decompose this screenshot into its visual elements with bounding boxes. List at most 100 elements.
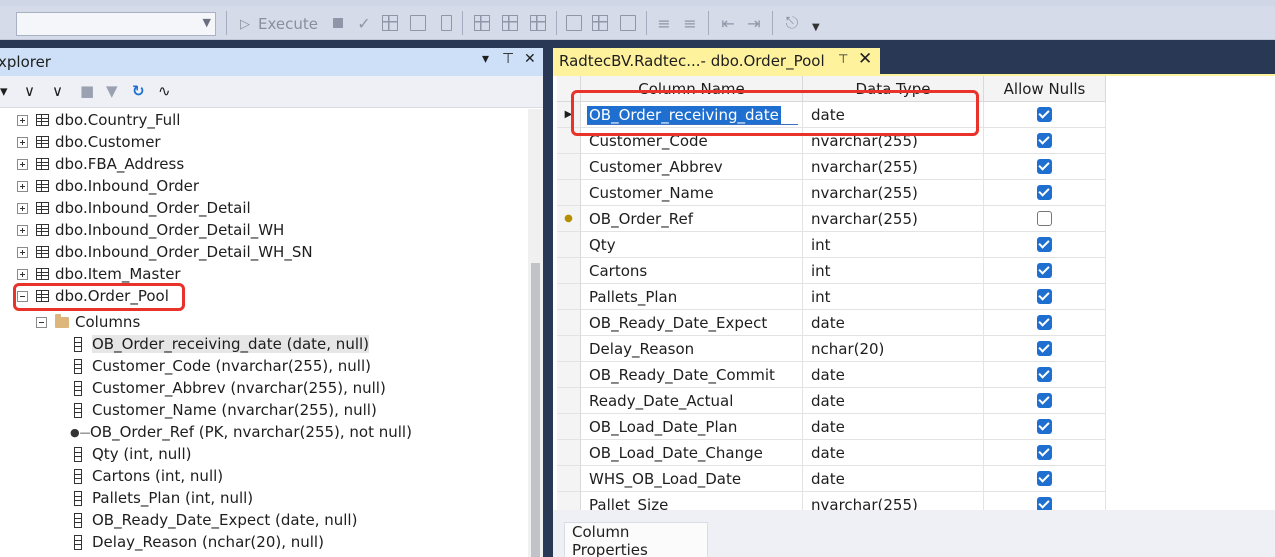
- data-type-cell[interactable]: nvarchar(255): [803, 154, 984, 180]
- results-to-grid-icon[interactable]: [590, 12, 610, 34]
- row-selector[interactable]: [557, 440, 581, 466]
- object-explorer-scrollbar[interactable]: [528, 109, 543, 557]
- row-selector[interactable]: [557, 180, 581, 206]
- data-type-cell[interactable]: nchar(20): [803, 336, 984, 362]
- stop-icon[interactable]: [328, 12, 348, 34]
- allow-nulls-checkbox[interactable]: [1037, 159, 1052, 174]
- expand-icon[interactable]: [17, 268, 28, 280]
- allow-nulls-checkbox[interactable]: [1037, 445, 1052, 460]
- disconnect-icon[interactable]: ∨: [52, 82, 63, 100]
- row-selector[interactable]: [557, 414, 581, 440]
- expand-icon[interactable]: [17, 246, 28, 258]
- tree-column-node[interactable]: Delay_Reason (nchar(20), null): [74, 531, 324, 553]
- tree-column-node[interactable]: ●— OB_Order_Ref (PK, nvarchar(255), not n…: [70, 421, 412, 443]
- toolbar-overflow-icon[interactable]: ▼: [812, 22, 820, 33]
- expand-icon[interactable]: [17, 224, 28, 236]
- column-name-cell[interactable]: OB_Load_Date_Plan: [581, 414, 803, 440]
- data-type-cell[interactable]: date: [803, 440, 984, 466]
- row-selector[interactable]: [557, 232, 581, 258]
- data-type-cell[interactable]: date: [803, 310, 984, 336]
- execute-button[interactable]: ▷ Execute: [236, 12, 322, 36]
- tree-column-node[interactable]: OB_Ready_Date_Expect (date, null): [74, 509, 357, 531]
- activity-monitor-icon[interactable]: ∿: [158, 82, 171, 100]
- allow-nulls-checkbox[interactable]: [1037, 341, 1052, 356]
- check-syntax-icon[interactable]: ✓: [354, 12, 374, 34]
- column-name-cell[interactable]: Ready_Date_Actual: [581, 388, 803, 414]
- tree-folder-columns[interactable]: Columns: [36, 311, 140, 333]
- data-type-cell[interactable]: nvarchar(255): [803, 206, 984, 232]
- allow-nulls-checkbox[interactable]: [1037, 185, 1052, 200]
- expand-icon[interactable]: [17, 114, 28, 126]
- expand-icon[interactable]: [17, 202, 28, 214]
- column-name-cell[interactable]: OB_Order_Ref: [581, 206, 803, 232]
- row-selector[interactable]: [557, 466, 581, 492]
- pin-icon[interactable]: ⊤: [838, 52, 848, 66]
- tree-column-node[interactable]: Customer_Name (nvarchar(255), null): [74, 399, 377, 421]
- data-type-cell[interactable]: int: [803, 258, 984, 284]
- column-name-cell[interactable]: OB_Ready_Date_Commit: [581, 362, 803, 388]
- row-selector[interactable]: [557, 362, 581, 388]
- tree-table-node[interactable]: dbo.FBA_Address: [17, 153, 184, 175]
- allow-nulls-checkbox[interactable]: [1037, 471, 1052, 486]
- column-name-cell[interactable]: Qty: [581, 232, 803, 258]
- query-plan-icon[interactable]: [380, 12, 400, 34]
- specify-values-icon[interactable]: ⎋: [782, 12, 802, 34]
- data-type-cell[interactable]: int: [803, 232, 984, 258]
- intellisense-icon[interactable]: [436, 12, 456, 34]
- allow-nulls-checkbox[interactable]: [1037, 367, 1052, 382]
- allow-nulls-checkbox[interactable]: [1037, 393, 1052, 408]
- data-type-cell[interactable]: date: [803, 466, 984, 492]
- tree-column-node[interactable]: Pallets_Plan (int, null): [74, 487, 253, 509]
- tree-table-node[interactable]: dbo.Country_Full: [17, 109, 180, 131]
- query-options-icon[interactable]: [408, 12, 428, 34]
- chevron-down-icon[interactable]: ▼: [203, 16, 211, 29]
- tree-table-node[interactable]: dbo.Inbound_Order: [17, 175, 199, 197]
- data-type-cell[interactable]: date: [803, 414, 984, 440]
- collapse-icon[interactable]: [36, 316, 47, 328]
- tree-column-node[interactable]: Qty (int, null): [74, 443, 191, 465]
- data-type-cell[interactable]: date: [803, 362, 984, 388]
- results-to-file-icon[interactable]: [618, 12, 638, 34]
- data-type-cell[interactable]: date: [803, 388, 984, 414]
- column-name-cell[interactable]: Cartons: [581, 258, 803, 284]
- column-name-cell[interactable]: Customer_Abbrev: [581, 154, 803, 180]
- row-selector[interactable]: ●: [557, 206, 581, 232]
- row-selector[interactable]: [557, 284, 581, 310]
- expand-icon[interactable]: [17, 136, 28, 148]
- row-selector[interactable]: [557, 154, 581, 180]
- increase-indent-icon[interactable]: ⇥: [744, 12, 764, 34]
- allow-nulls-checkbox[interactable]: [1037, 263, 1052, 278]
- close-icon[interactable]: ✕: [524, 51, 536, 67]
- allow-nulls-checkbox[interactable]: [1037, 107, 1052, 122]
- connect-dropdown-icon[interactable]: ▾: [0, 82, 8, 100]
- tree-table-node[interactable]: dbo.Inbound_Order_Detail: [17, 197, 251, 219]
- database-select[interactable]: ▼: [16, 12, 216, 36]
- close-icon[interactable]: ✕: [858, 49, 872, 69]
- client-stats-icon[interactable]: [528, 12, 548, 34]
- refresh-icon[interactable]: ↻: [132, 82, 145, 100]
- tree-table-node[interactable]: dbo.Customer: [17, 131, 161, 153]
- stop-icon[interactable]: ■: [80, 82, 94, 100]
- allow-nulls-checkbox[interactable]: [1037, 237, 1052, 252]
- panel-splitter[interactable]: [543, 48, 553, 557]
- expand-icon[interactable]: [17, 158, 28, 170]
- column-name-cell[interactable]: Delay_Reason: [581, 336, 803, 362]
- column-name-cell[interactable]: OB_Ready_Date_Expect: [581, 310, 803, 336]
- tree-column-node[interactable]: Customer_Code (nvarchar(255), null): [74, 355, 371, 377]
- allow-nulls-checkbox[interactable]: [1037, 133, 1052, 148]
- decrease-indent-icon[interactable]: ⇤: [718, 12, 738, 34]
- window-position-icon[interactable]: ▾: [482, 51, 489, 67]
- tree-column-node[interactable]: OB_Order_receiving_date (date, null): [74, 333, 370, 355]
- column-name-cell[interactable]: OB_Load_Date_Change: [581, 440, 803, 466]
- connect-icon[interactable]: ∨: [24, 82, 35, 100]
- row-selector[interactable]: [557, 310, 581, 336]
- display-plan-icon[interactable]: [472, 12, 492, 34]
- column-name-cell[interactable]: Pallets_Plan: [581, 284, 803, 310]
- allow-nulls-checkbox[interactable]: [1037, 315, 1052, 330]
- row-selector[interactable]: [557, 336, 581, 362]
- document-tab-order-pool[interactable]: RadtecBV.Radtec...- dbo.Order_Pool ⊤ ✕: [553, 48, 880, 74]
- allow-nulls-checkbox[interactable]: [1037, 211, 1052, 226]
- tab-column-properties[interactable]: Column Properties: [564, 522, 708, 557]
- tree-table-node[interactable]: dbo.Item_Master: [17, 263, 181, 285]
- data-type-cell[interactable]: nvarchar(255): [803, 180, 984, 206]
